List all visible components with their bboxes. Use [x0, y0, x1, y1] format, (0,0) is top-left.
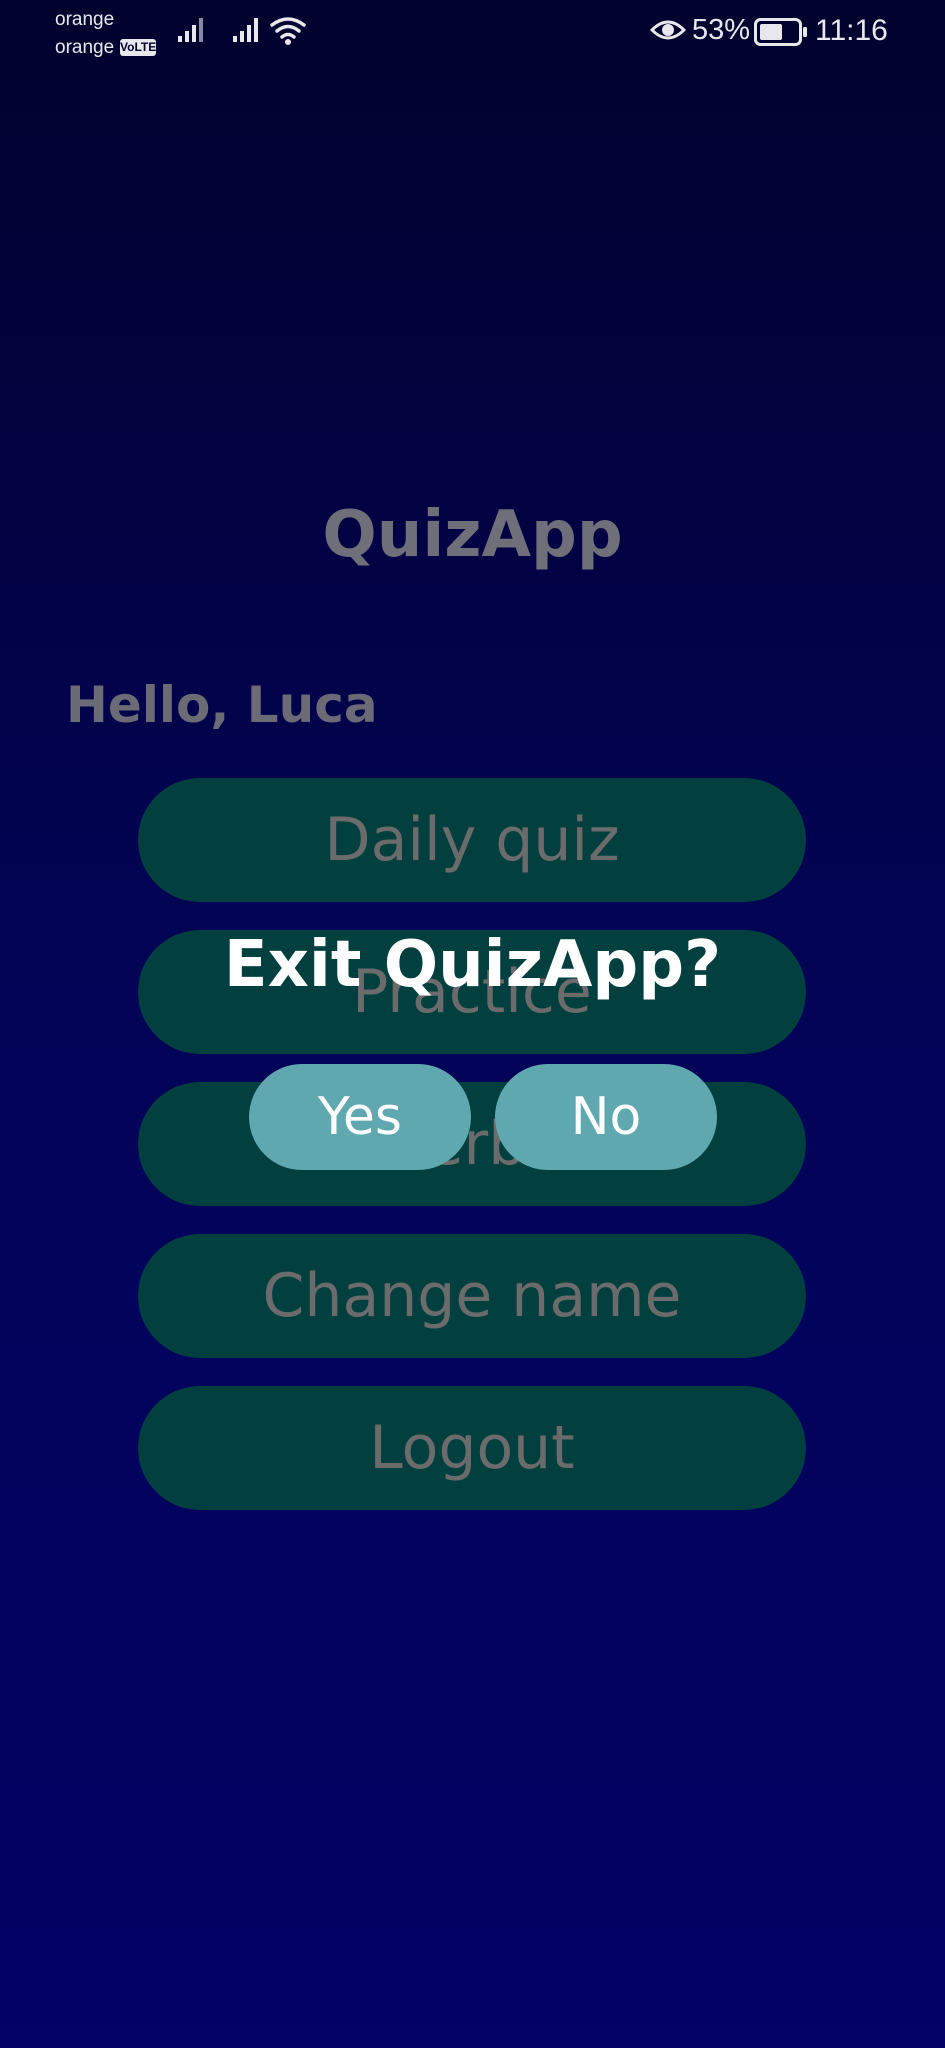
status-bar: orange orange VoLTE 53% 11:16	[0, 0, 945, 70]
signal-icon	[178, 16, 208, 44]
change-name-button[interactable]: Change name	[138, 1234, 806, 1358]
daily-quiz-button[interactable]: Daily quiz	[138, 778, 806, 902]
battery-icon	[754, 18, 808, 46]
app-title: QuizApp	[322, 498, 623, 572]
greeting-text: Hello, Luca	[66, 676, 378, 734]
volte-badge: VoLTE	[120, 39, 157, 56]
yes-button[interactable]: Yes	[249, 1064, 471, 1170]
logout-button[interactable]: Logout	[138, 1386, 806, 1510]
battery-percent: 53%	[692, 14, 751, 46]
dialog-title: Exit QuizApp?	[223, 928, 722, 1002]
no-button[interactable]: No	[495, 1064, 717, 1170]
carrier-label-2: orange	[55, 37, 115, 58]
clock: 11:16	[815, 14, 888, 47]
carrier-label-1: orange	[55, 9, 115, 30]
eye-icon	[650, 16, 686, 44]
wifi-icon	[270, 15, 306, 47]
signal-icon	[233, 16, 263, 44]
